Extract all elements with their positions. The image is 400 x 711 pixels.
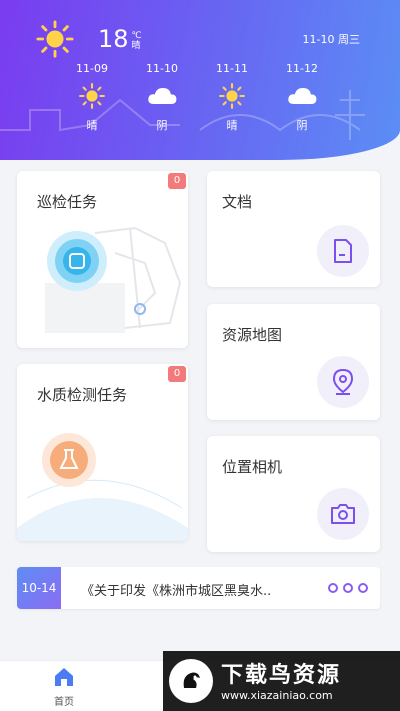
- city-skyline-decoration: [0, 90, 365, 140]
- nav-home-label: 首页: [54, 697, 74, 708]
- forecast-date: 11-11: [216, 62, 248, 75]
- sun-icon: [79, 83, 105, 109]
- today-weather: 18 ℃ 晴: [36, 20, 142, 58]
- forecast-date: 11-09: [76, 62, 108, 75]
- forecast-condition: 阴: [296, 119, 308, 132]
- current-date: 11-10 周三: [302, 33, 360, 46]
- watermark-url: www.xiazainiao.com: [221, 689, 333, 702]
- nav-home-tab[interactable]: 首页: [44, 667, 84, 708]
- forecast-day: 11-12 阴: [272, 62, 332, 133]
- resource-map-title: 资源地图: [222, 326, 283, 344]
- notice-date: 10-14: [17, 567, 61, 609]
- forecast-condition: 阴: [156, 119, 168, 132]
- weather-header: 18 ℃ 晴 11-10 周三 11-09 晴 11-10 阴 11-11 晴 …: [0, 0, 400, 160]
- camera-icon: [317, 488, 369, 540]
- water-quality-task-card[interactable]: 水质检测任务 0: [17, 364, 188, 541]
- documents-title: 文档: [222, 193, 253, 211]
- today-temperature: 18: [98, 25, 129, 53]
- patrol-task-title: 巡检任务: [37, 193, 98, 211]
- watermark: 下载鸟资源 www.xiazainiao.com: [163, 651, 400, 711]
- more-dots-icon[interactable]: [328, 583, 368, 593]
- watermark-title: 下载鸟资源: [221, 663, 342, 688]
- cloud-icon: [288, 88, 317, 104]
- notice-text[interactable]: 《关于印发《株洲市城区黑臭水..: [81, 580, 321, 599]
- patrol-task-badge: 0: [168, 173, 186, 189]
- sun-icon: [36, 20, 74, 58]
- water-quality-task-title: 水质检测任务: [37, 386, 128, 404]
- resource-map-card[interactable]: 资源地图: [207, 304, 380, 420]
- forecast-day: 11-10 阴: [132, 62, 192, 133]
- document-icon: [317, 225, 369, 277]
- map-pin-icon: [317, 356, 369, 408]
- forecast-condition: 晴: [226, 119, 238, 132]
- patrol-map-icon: [45, 226, 182, 333]
- water-quality-task-badge: 0: [168, 366, 186, 382]
- forecast-day: 11-09 晴: [62, 62, 122, 133]
- home-icon: [55, 668, 73, 686]
- forecast-date: 11-12: [286, 62, 318, 75]
- patrol-task-card[interactable]: 巡检任务 0: [17, 171, 188, 348]
- cloud-icon: [148, 88, 177, 104]
- position-camera-card[interactable]: 位置相机: [207, 436, 380, 552]
- watermark-logo: [169, 659, 213, 703]
- temperature-unit: ℃: [131, 30, 142, 41]
- forecast-day: 11-11 晴: [202, 62, 262, 133]
- position-camera-title: 位置相机: [222, 458, 283, 476]
- forecast-date: 11-10: [146, 62, 178, 75]
- documents-card[interactable]: 文档: [207, 171, 380, 287]
- forecast-condition: 晴: [86, 119, 98, 132]
- sun-icon: [219, 83, 245, 109]
- notice-bar[interactable]: 10-14 《关于印发《株洲市城区黑臭水..: [17, 567, 380, 609]
- today-condition: 晴: [131, 40, 141, 51]
- flask-icon: [17, 433, 188, 541]
